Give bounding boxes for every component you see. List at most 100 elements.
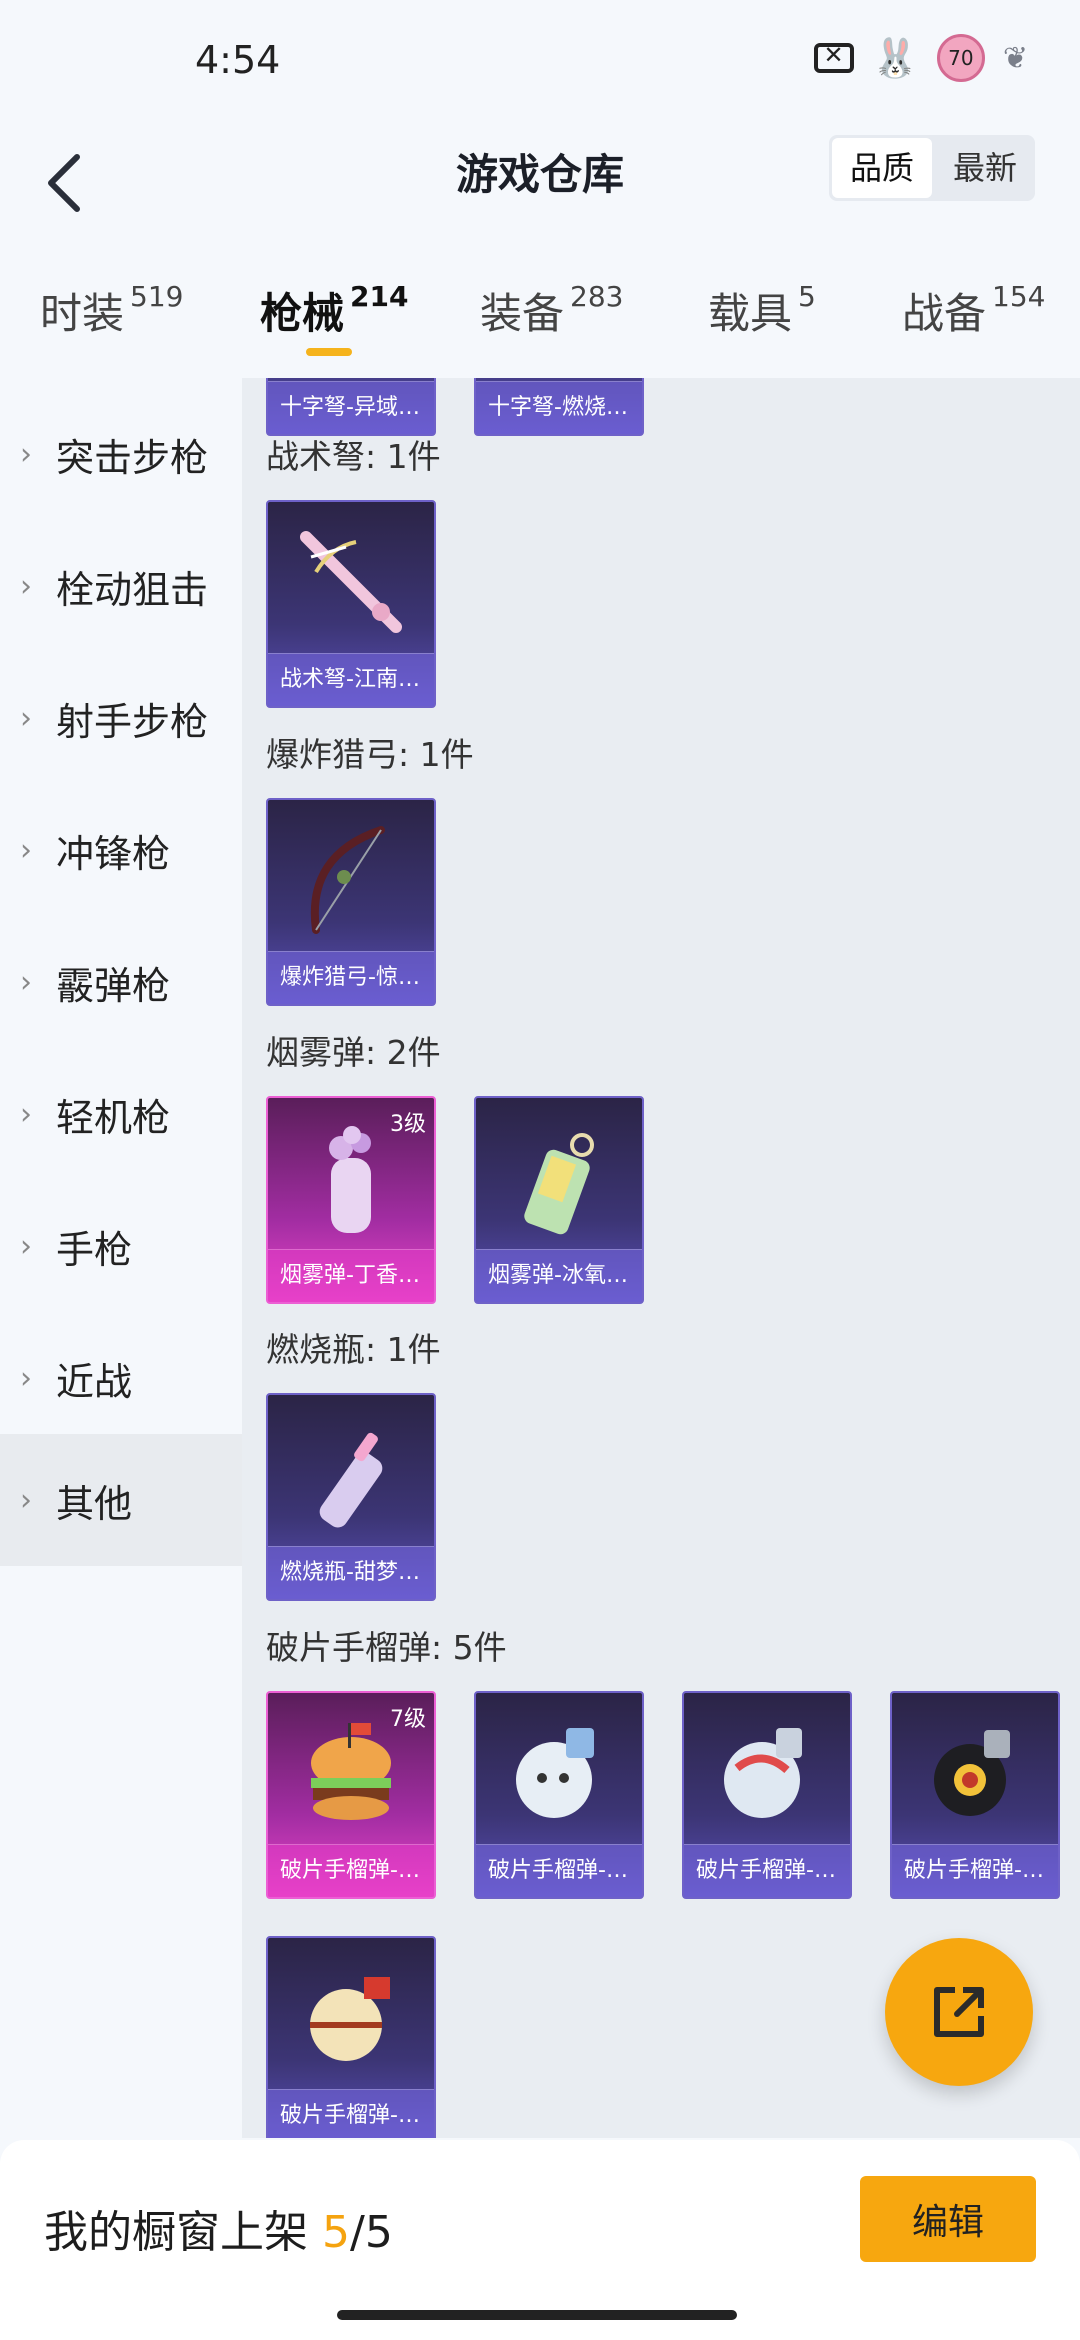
- showcase-current: 5: [322, 2207, 350, 2258]
- tab-count: 5: [798, 280, 816, 313]
- external-link-icon: [934, 1987, 984, 2037]
- tab-tactical[interactable]: 战备 154: [902, 280, 1045, 341]
- close-box-icon: [813, 41, 854, 73]
- frag-grenade-icon: [268, 1948, 434, 2088]
- smoke-grenade-icon: [476, 1108, 642, 1248]
- sidebar-item-other[interactable]: › 其他: [0, 1434, 242, 1566]
- sidebar: › 突击步枪 › 栓动狙击 › 射手步枪 › 冲锋枪 › 霰弹枪 › 轻机枪 › 手枪 › 近战…: [0, 378, 242, 2138]
- sidebar-item-smg[interactable]: › 冲锋枪: [0, 784, 242, 916]
- showcase-status: 我的橱窗上架 5/5: [44, 2196, 393, 2260]
- section-title: 烟雾弹: 2件: [266, 1033, 441, 1072]
- frag-grenade-icon: [684, 1703, 850, 1843]
- status-icons: 🐰 70 ❦: [813, 34, 1028, 82]
- tab-count: 519: [130, 280, 184, 313]
- sidebar-item-label: 手枪: [56, 1227, 133, 1272]
- sidebar-item-melee[interactable]: › 近战: [0, 1312, 242, 1444]
- item-card[interactable]: 十字弩-燃烧…: [474, 378, 644, 436]
- crossbow-icon: [268, 512, 434, 652]
- tab-fashion[interactable]: 时装 519: [40, 280, 183, 341]
- sidebar-item-label: 轻机枪: [56, 1095, 171, 1140]
- item-name: 十字弩-异域…: [268, 381, 434, 434]
- edit-button[interactable]: 编辑: [860, 2176, 1036, 2262]
- item-grid: 十字弩-异域… 十字弩-燃烧… 战术弩: 1件 战术弩-江南… 爆炸猎弓: 1件…: [242, 378, 1080, 2138]
- sidebar-item-lmg[interactable]: › 轻机枪: [0, 1048, 242, 1180]
- frag-grenade-icon: [476, 1703, 642, 1843]
- chevron-right-icon: ›: [20, 1228, 32, 1264]
- burger-grenade-icon: [268, 1703, 434, 1843]
- tab-guns[interactable]: 枪械 214: [260, 280, 408, 341]
- active-tab-indicator: [306, 348, 352, 356]
- item-card[interactable]: 十字弩-异域…: [266, 378, 436, 436]
- showcase-label: 我的橱窗上架: [44, 2207, 308, 2258]
- tab-count: 283: [570, 280, 624, 313]
- sidebar-item-label: 其他: [56, 1481, 133, 1526]
- item-card[interactable]: 破片手榴弹-…: [890, 1691, 1060, 1899]
- frag-grenade-icon: [892, 1703, 1058, 1843]
- chevron-right-icon: ›: [20, 1096, 32, 1132]
- item-name: 爆炸猎弓-惊…: [268, 951, 434, 1004]
- sidebar-item-label: 栓动狙击: [56, 567, 209, 612]
- home-indicator[interactable]: [337, 2310, 737, 2320]
- sort-toggle: 品质 最新: [828, 135, 1035, 201]
- tab-label: 载具: [708, 289, 793, 338]
- item-card[interactable]: 燃烧瓶-甜梦…: [266, 1393, 436, 1601]
- item-card[interactable]: 破片手榴弹-…: [266, 1936, 436, 2138]
- chevron-right-icon: ›: [20, 700, 32, 736]
- tab-gear[interactable]: 装备 283: [480, 280, 623, 341]
- item-name: 燃烧瓶-甜梦…: [268, 1546, 434, 1599]
- sidebar-item-label: 冲锋枪: [56, 831, 171, 876]
- section-title: 战术弩: 1件: [266, 437, 441, 476]
- sidebar-item-label: 近战: [56, 1359, 133, 1404]
- item-name: 破片手榴弹-…: [268, 1844, 434, 1897]
- chevron-right-icon: ›: [20, 964, 32, 1000]
- item-card[interactable]: 破片手榴弹-…: [474, 1691, 644, 1899]
- tab-count: 214: [350, 280, 409, 313]
- bow-icon: [268, 810, 434, 950]
- tab-vehicles[interactable]: 载具 5: [708, 280, 816, 341]
- category-tabs: 时装 519 枪械 214 装备 283 载具 5 战备 154: [0, 250, 1080, 378]
- item-name: 破片手榴弹-…: [892, 1844, 1058, 1897]
- section-title: 爆炸猎弓: 1件: [266, 735, 474, 774]
- level-badge: 70: [936, 34, 985, 82]
- item-name: 烟雾弹-冰氧…: [476, 1249, 642, 1302]
- sidebar-item-label: 突击步枪: [56, 435, 209, 480]
- sidebar-item-shotgun[interactable]: › 霰弹枪: [0, 916, 242, 1048]
- chevron-right-icon: ›: [20, 1360, 32, 1396]
- item-name: 破片手榴弹-…: [476, 1844, 642, 1897]
- section-title: 燃烧瓶: 1件: [266, 1330, 441, 1369]
- item-name: 破片手榴弹-…: [268, 2089, 434, 2138]
- tab-label: 时装: [40, 289, 125, 338]
- chevron-right-icon: ›: [20, 832, 32, 868]
- item-name: 烟雾弹-丁香…: [268, 1249, 434, 1302]
- sidebar-item-assault-rifle[interactable]: › 突击步枪: [0, 388, 242, 520]
- tab-label: 战备: [902, 289, 987, 338]
- section-title: 破片手榴弹: 5件: [266, 1628, 507, 1667]
- item-card[interactable]: 3级 烟雾弹-丁香…: [266, 1096, 436, 1304]
- chevron-right-icon: ›: [20, 1482, 32, 1518]
- sort-quality-button[interactable]: 品质: [831, 138, 932, 198]
- tab-label: 枪械: [260, 289, 345, 338]
- sidebar-item-pistol[interactable]: › 手枪: [0, 1180, 242, 1312]
- status-bar: 4:54 🐰 70 ❦: [0, 0, 1080, 125]
- item-card[interactable]: 破片手榴弹-…: [682, 1691, 852, 1899]
- item-card[interactable]: 烟雾弹-冰氧…: [474, 1096, 644, 1304]
- bottom-bar: 我的橱窗上架 5/5 编辑: [0, 2140, 1080, 2340]
- level-badge-text: 70: [948, 46, 974, 70]
- sidebar-item-label: 霰弹枪: [56, 963, 171, 1008]
- molotov-icon: [268, 1405, 434, 1545]
- smoke-grenade-icon: [268, 1108, 434, 1248]
- item-card[interactable]: 爆炸猎弓-惊…: [266, 798, 436, 1006]
- item-name: 十字弩-燃烧…: [476, 381, 642, 434]
- item-card[interactable]: 7级 破片手榴弹-…: [266, 1691, 436, 1899]
- wing-icon: ❦: [1002, 40, 1028, 76]
- rabbit-icon: 🐰: [871, 35, 919, 80]
- sidebar-item-marksman-rifle[interactable]: › 射手步枪: [0, 652, 242, 784]
- item-card[interactable]: 战术弩-江南…: [266, 500, 436, 708]
- share-button[interactable]: [885, 1938, 1033, 2086]
- sidebar-item-label: 射手步枪: [56, 699, 209, 744]
- showcase-total: 5: [364, 2207, 393, 2258]
- chevron-right-icon: ›: [20, 568, 32, 604]
- sort-newest-button[interactable]: 最新: [935, 135, 1035, 201]
- header: 游戏仓库 品质 最新: [0, 125, 1080, 245]
- sidebar-item-bolt-sniper[interactable]: › 栓动狙击: [0, 520, 242, 652]
